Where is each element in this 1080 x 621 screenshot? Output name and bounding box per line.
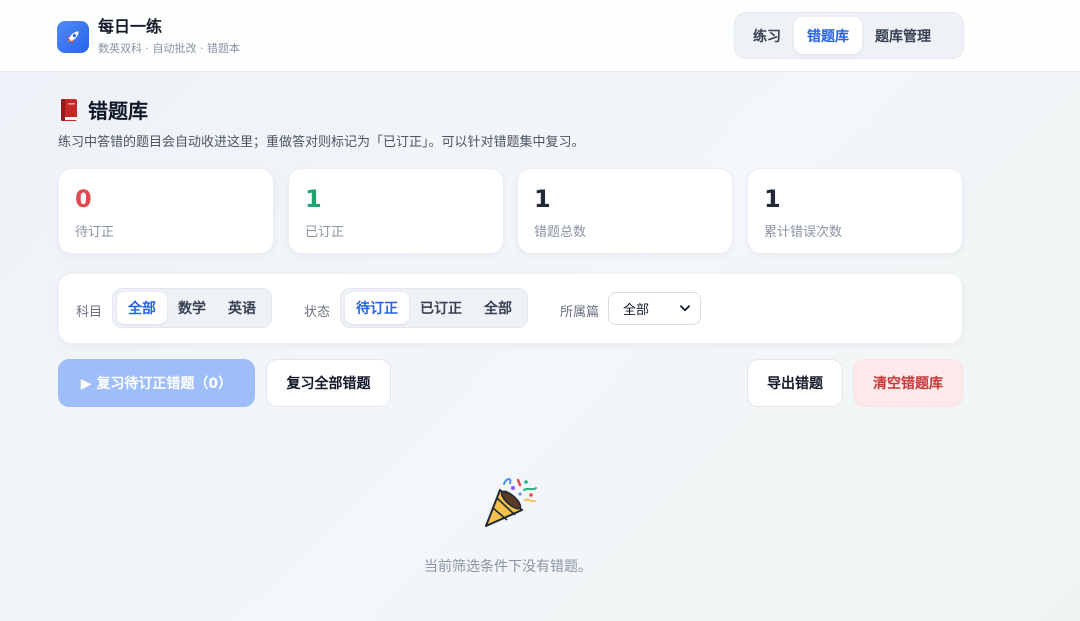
- export-button[interactable]: 导出错题: [747, 359, 843, 407]
- rocket-icon: [66, 30, 79, 43]
- app-subtitle: 数英双科 · 自动批改 · 错题本: [98, 42, 240, 55]
- clear-mistake-bank-button[interactable]: 清空错题库: [853, 359, 963, 407]
- chapter-select[interactable]: 全部: [608, 292, 701, 325]
- stat-value-pending: 0: [75, 185, 92, 213]
- subject-segmented-control: 全部 数学 英语: [112, 288, 272, 328]
- empty-state-message: 当前筛选条件下没有错题。: [424, 559, 592, 575]
- status-filter-label: 状态: [304, 305, 331, 320]
- chapter-select-value: 全部: [623, 303, 650, 318]
- app-logo: [57, 20, 89, 53]
- stat-label-pending: 待订正: [75, 225, 115, 240]
- main-nav: 练习 错题库 题库管理: [734, 12, 964, 59]
- stat-value-total: 1: [534, 185, 551, 213]
- app-title: 每日一练: [98, 17, 163, 36]
- stat-card-pending: 0 待订正: [58, 168, 274, 254]
- brand: 每日一练 数英双科 · 自动批改 · 错题本: [57, 18, 240, 55]
- subject-option-all[interactable]: 全部: [117, 292, 167, 324]
- stat-card-total: 1 错题总数: [517, 168, 733, 254]
- stat-label-total: 错题总数: [534, 225, 587, 240]
- stat-value-corrected: 1: [305, 185, 322, 213]
- stat-value-cumulative-errors: 1: [764, 185, 781, 213]
- stat-label-corrected: 已订正: [305, 225, 345, 240]
- subject-filter-label: 科目: [76, 305, 103, 320]
- status-option-all[interactable]: 全部: [473, 292, 523, 324]
- page-description: 练习中答错的题目会自动收进这里；重做答对则标记为「已订正」。可以针对错题集中复习…: [58, 135, 585, 150]
- tab-question-bank-management[interactable]: 题库管理: [862, 17, 944, 54]
- stat-card-corrected: 1 已订正: [288, 168, 504, 254]
- tab-mistake-bank[interactable]: 错题库: [794, 17, 862, 54]
- page-title: 错题库: [88, 99, 148, 123]
- subject-option-math[interactable]: 数学: [167, 292, 217, 324]
- top-bar: 每日一练 数英双科 · 自动批改 · 错题本 练习 错题库 题库管理: [0, 0, 1080, 72]
- subject-option-english[interactable]: 英语: [217, 292, 267, 324]
- page-heading: 错题库: [58, 95, 148, 124]
- review-all-button[interactable]: 复习全部错题: [266, 359, 391, 407]
- status-segmented-control: 待订正 已订正 全部: [340, 288, 528, 328]
- stat-card-cumulative-errors: 1 累计错误次数: [747, 168, 963, 254]
- chapter-filter-label: 所属篇: [560, 305, 600, 320]
- status-option-corrected[interactable]: 已订正: [409, 292, 473, 324]
- party-popper-icon: [485, 478, 537, 527]
- filter-panel: 科目 全部 数学 英语 状态 待订正 已订正 全部 所属篇 全部: [58, 273, 963, 344]
- chevron-down-icon: [680, 305, 690, 312]
- status-option-pending[interactable]: 待订正: [345, 292, 409, 324]
- red-book-icon: [61, 98, 77, 121]
- review-pending-button[interactable]: ▶ 复习待订正错题（0）: [58, 359, 255, 407]
- tab-practice[interactable]: 练习: [740, 17, 794, 54]
- stat-label-cumulative-errors: 累计错误次数: [764, 225, 843, 240]
